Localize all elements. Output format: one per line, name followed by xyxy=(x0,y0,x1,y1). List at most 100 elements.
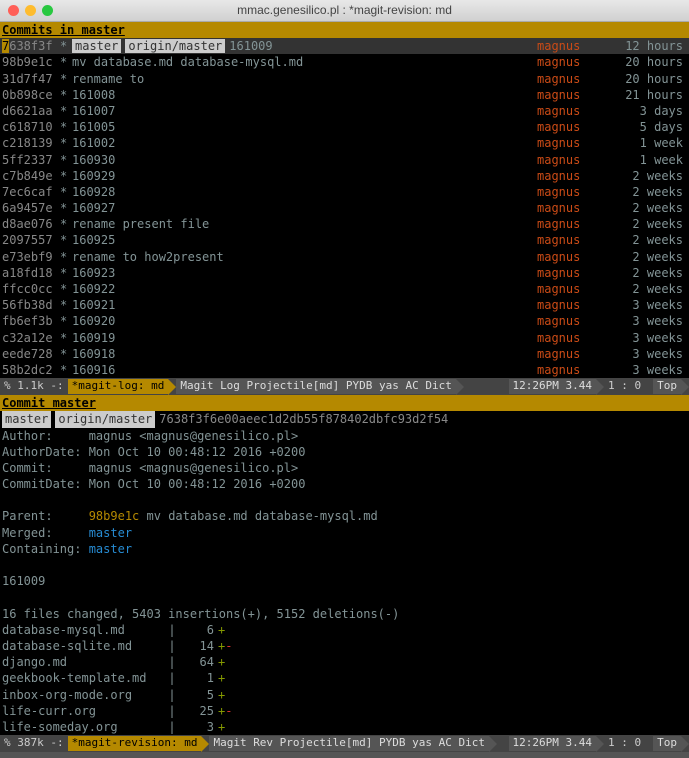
graph-star: * xyxy=(60,184,72,200)
arrow-icon xyxy=(501,736,509,752)
commit-message: 160920 xyxy=(72,313,537,329)
diffstat-plusminus: + xyxy=(218,623,225,637)
commit-message: mv database.md database-mysql.md xyxy=(72,54,537,70)
commit-age: 5 days xyxy=(617,119,687,135)
commit-message: rename present file xyxy=(72,216,537,232)
arrow-icon xyxy=(501,379,509,395)
commit-row[interactable]: 56fb38d*160921magnus3 weeks xyxy=(0,297,689,313)
commit-age: 3 weeks xyxy=(617,297,687,313)
commit-row[interactable]: c7b849e*160929magnus2 weeks xyxy=(0,168,689,184)
commit-author: magnus xyxy=(537,249,617,265)
commit-hash: 7ec6caf xyxy=(2,184,60,200)
commit-age: 3 days xyxy=(617,103,687,119)
diffstat-row[interactable]: life-someday.org|3+ xyxy=(2,719,687,735)
zoom-icon[interactable] xyxy=(42,5,53,16)
commit-author: magnus xyxy=(537,346,617,362)
commitdate-label: CommitDate: xyxy=(2,477,89,491)
commit-message: 161005 xyxy=(72,119,537,135)
commit-row[interactable]: 5ff2337*160930magnus1 week xyxy=(0,152,689,168)
pipe-icon: | xyxy=(162,670,182,686)
graph-star: * xyxy=(60,330,72,346)
commit-hash: 56fb38d xyxy=(2,297,60,313)
commit-row[interactable]: 98b9e1c*mv database.md database-mysql.md… xyxy=(0,54,689,70)
commit-author: magnus xyxy=(537,313,617,329)
commit-row[interactable]: d6621aa*161007magnus3 days xyxy=(0,103,689,119)
commit-age: 2 weeks xyxy=(617,232,687,248)
diffstat-row[interactable]: database-mysql.md|6+ xyxy=(2,622,687,638)
log-panel-header: Commits in master xyxy=(0,22,689,38)
commit-author: magnus xyxy=(537,38,617,54)
commit-hash: c218139 xyxy=(2,135,60,151)
commit-row[interactable]: e73ebf9*rename to how2presentmagnus2 wee… xyxy=(0,249,689,265)
commit-author: magnus xyxy=(537,265,617,281)
traffic-lights xyxy=(8,5,53,16)
diffstat-file: django.md xyxy=(2,654,162,670)
diffstat-plusminus: +- xyxy=(218,704,232,718)
commit-message: rename to how2present xyxy=(72,249,537,265)
commit-row[interactable]: 58b2dc2*160916magnus3 weeks xyxy=(0,362,689,378)
pipe-icon: | xyxy=(162,687,182,703)
modeline-major: Magit Log Projectile[md] PYDB yas AC Dic… xyxy=(176,379,456,394)
diffstat-row[interactable]: inbox-org-mode.org|5+ xyxy=(2,687,687,703)
minimize-icon[interactable] xyxy=(25,5,36,16)
commits-list[interactable]: 7638f3f*masterorigin/master161009magnus1… xyxy=(0,38,689,378)
commit-row[interactable]: eede728*160918magnus3 weeks xyxy=(0,346,689,362)
revision-sha: 7638f3f6e00aeec1d2db55f878402dbfc93d2f54 xyxy=(159,411,448,427)
commit-message: 160919 xyxy=(72,330,537,346)
commit-row[interactable]: a18fd18*160923magnus2 weeks xyxy=(0,265,689,281)
commit-row[interactable]: c32a12e*160919magnus3 weeks xyxy=(0,330,689,346)
graph-star: * xyxy=(60,281,72,297)
commit-row[interactable]: 7ec6caf*160928magnus2 weeks xyxy=(0,184,689,200)
diffstat-row[interactable]: life-curr.org|25+- xyxy=(2,703,687,719)
diffstat-file: database-sqlite.md xyxy=(2,638,162,654)
commit-message: 160921 xyxy=(72,297,537,313)
commit-age: 2 weeks xyxy=(617,184,687,200)
commit-row[interactable]: c218139*161002magnus1 week xyxy=(0,135,689,151)
diffstat-row[interactable]: django.md|64+ xyxy=(2,654,687,670)
pipe-icon: | xyxy=(162,638,182,654)
commit-author: magnus xyxy=(537,168,617,184)
diffstat-file: inbox-org-mode.org xyxy=(2,687,162,703)
pipe-icon: | xyxy=(162,719,182,735)
commit-row[interactable]: 31d7f47*renmame tomagnus20 hours xyxy=(0,71,689,87)
arrow-icon xyxy=(645,379,653,395)
commit-hash: 98b9e1c xyxy=(2,54,60,70)
commit-message: 160927 xyxy=(72,200,537,216)
commit-row[interactable]: d8ae076*rename present filemagnus2 weeks xyxy=(0,216,689,232)
graph-star: * xyxy=(60,362,72,378)
commit-hash: ffcc0cc xyxy=(2,281,60,297)
parent-label: Parent: xyxy=(2,509,89,523)
commit-row[interactable]: 7638f3f*masterorigin/master161009magnus1… xyxy=(0,38,689,54)
close-icon[interactable] xyxy=(8,5,19,16)
revision-body[interactable]: Author: magnus <magnus@genesilico.pl> Au… xyxy=(0,428,689,736)
diffstat-count: 3 xyxy=(182,719,218,735)
diffstat-count: 64 xyxy=(182,654,218,670)
commit-row[interactable]: c618710*161005magnus5 days xyxy=(0,119,689,135)
commit-row[interactable]: 2097557*160925magnus2 weeks xyxy=(0,232,689,248)
graph-star: * xyxy=(60,87,72,103)
commit-row[interactable]: fb6ef3b*160920magnus3 weeks xyxy=(0,313,689,329)
arrow-icon xyxy=(596,379,604,395)
authordate-label: AuthorDate: xyxy=(2,445,89,459)
graph-star: * xyxy=(60,168,72,184)
arrow-icon xyxy=(596,736,604,752)
commit-hash: 7638f3f xyxy=(2,38,60,54)
diffstat-file: life-someday.org xyxy=(2,719,162,735)
commit-age: 3 weeks xyxy=(617,346,687,362)
modeline-buffer: *magit-revision: md xyxy=(68,736,202,751)
commit-hash: fb6ef3b xyxy=(2,313,60,329)
diffstat-row[interactable]: geekbook-template.md|1+ xyxy=(2,670,687,686)
modeline-time: 12:26PM 3.44 xyxy=(509,736,596,751)
commit-row[interactable]: ffcc0cc*160922magnus2 weeks xyxy=(0,281,689,297)
commit-age: 12 hours xyxy=(617,38,687,54)
commit-age: 21 hours xyxy=(617,87,687,103)
diffstat-plusminus: + xyxy=(218,671,225,685)
commit-row[interactable]: 6a9457e*160927magnus2 weeks xyxy=(0,200,689,216)
modeline-revision: % 387k -: *magit-revision: md Magit Rev … xyxy=(0,735,689,752)
commit-hash: 31d7f47 xyxy=(2,71,60,87)
diffstat-row[interactable]: database-sqlite.md|14+- xyxy=(2,638,687,654)
merged-value: master xyxy=(89,526,132,540)
commit-age: 20 hours xyxy=(617,71,687,87)
commit-age: 2 weeks xyxy=(617,200,687,216)
commit-row[interactable]: 0b898ce*161008magnus21 hours xyxy=(0,87,689,103)
